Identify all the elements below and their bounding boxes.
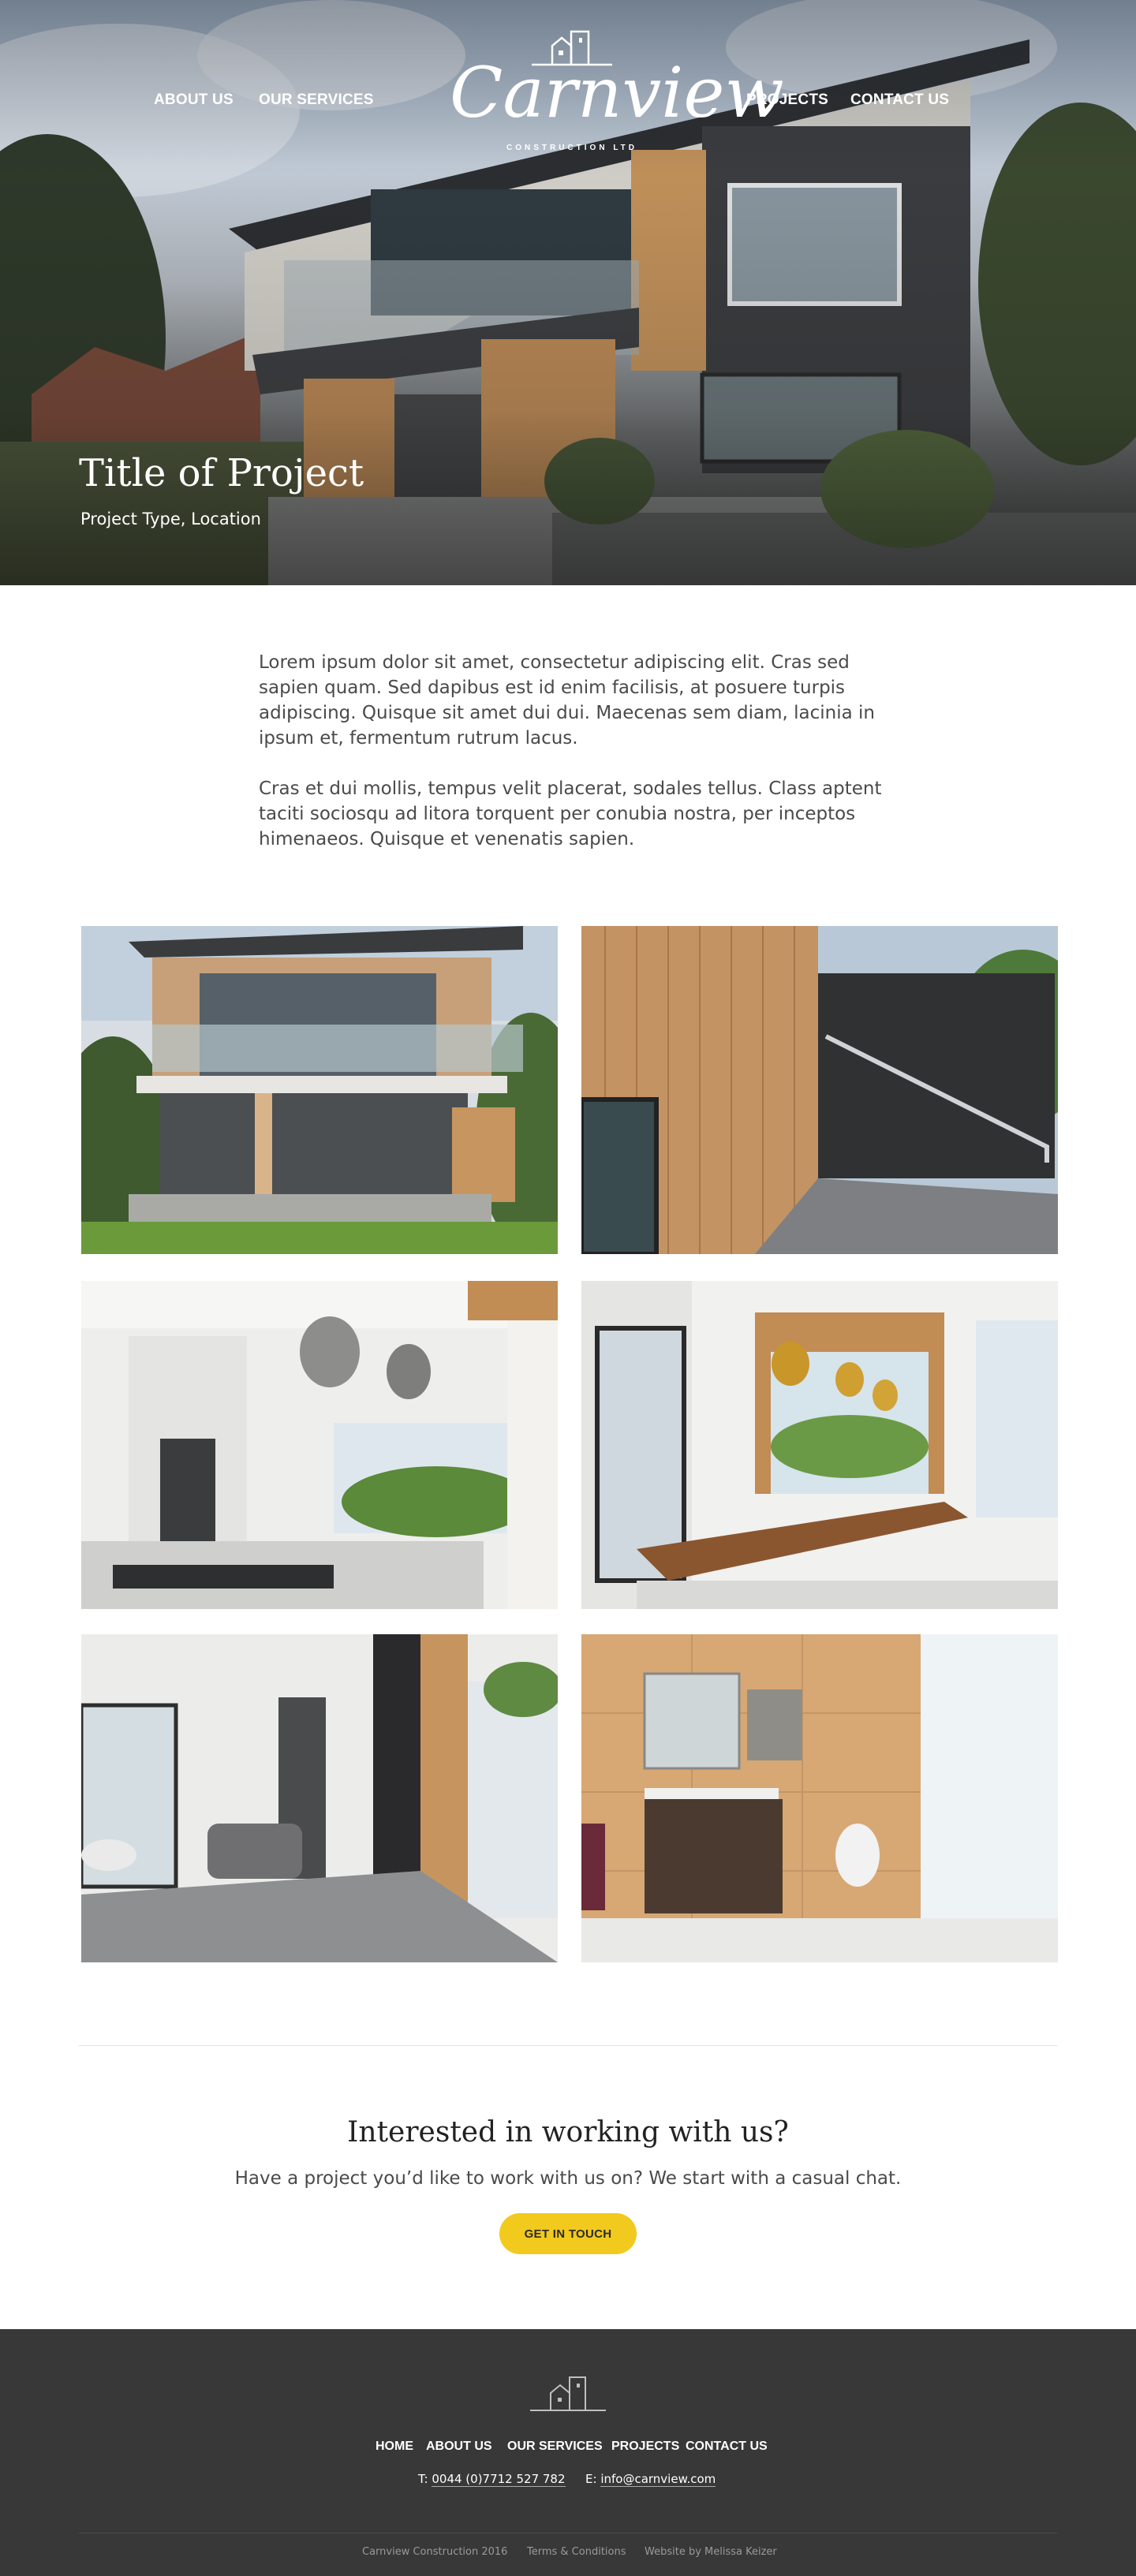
email-label: E:: [585, 2472, 597, 2486]
gallery-photo-bathroom[interactable]: [581, 1634, 1058, 1962]
logo-tagline: CONSTRUCTION LTD: [506, 144, 638, 152]
nav-about-us[interactable]: ABOUT US: [154, 91, 234, 109]
footer-house-logo-icon: [530, 2376, 606, 2411]
phone-label: T:: [418, 2472, 428, 2486]
footer-nav-about-us[interactable]: ABOUT US: [426, 2440, 492, 2454]
gallery-photo-kitchen[interactable]: [81, 1281, 558, 1609]
footer-email: E: info@carnview.com: [585, 2472, 716, 2487]
get-in-touch-button[interactable]: GET IN TOUCH: [499, 2213, 637, 2254]
logo[interactable]: Carnview CONSTRUCTION LTD: [450, 28, 784, 158]
nav-our-services[interactable]: OUR SERVICES: [259, 91, 374, 109]
footer-nav-projects[interactable]: PROJECTS: [611, 2440, 679, 2454]
intro-paragraph-1: Lorem ipsum dolor sit amet, consectetur …: [259, 652, 876, 749]
cta-text: Have a project you’d like to work with u…: [234, 2168, 902, 2189]
footer-copyright: Carnview Construction 2016: [362, 2546, 508, 2558]
gallery-photo-timber-cladding[interactable]: [581, 926, 1058, 1254]
footer-credit-link[interactable]: Website by Melissa Keizer: [645, 2546, 777, 2558]
footer-nav-contact-us[interactable]: CONTACT US: [686, 2440, 768, 2454]
cta-heading: Interested in working with us?: [347, 2116, 789, 2149]
gallery-photo-house-exterior[interactable]: [81, 926, 558, 1254]
logo-wordmark: Carnview: [450, 52, 784, 133]
footer-nav-our-services[interactable]: OUR SERVICES: [507, 2440, 603, 2454]
project-subtitle: Project Type, Location: [80, 510, 261, 528]
project-title: Title of Project: [79, 451, 364, 495]
footer-phone: T: 0044 (0)7712 527 782: [418, 2472, 566, 2487]
nav-contact-us[interactable]: CONTACT US: [850, 91, 949, 109]
gallery-photo-dining-room[interactable]: [581, 1281, 1058, 1609]
email-link[interactable]: info@carnview.com: [600, 2472, 716, 2487]
footer-nav-home[interactable]: HOME: [376, 2440, 413, 2454]
intro-paragraph-2: Cras et dui mollis, tempus velit placera…: [259, 778, 882, 849]
gallery-photo-living-room[interactable]: [81, 1634, 558, 1962]
hero-banner: ABOUT US OUR SERVICES PROJECTS CONTACT U…: [0, 0, 1136, 585]
footer-terms-link[interactable]: Terms & Conditions: [527, 2546, 626, 2558]
section-divider: [79, 2045, 1057, 2046]
phone-link[interactable]: 0044 (0)7712 527 782: [432, 2472, 566, 2487]
